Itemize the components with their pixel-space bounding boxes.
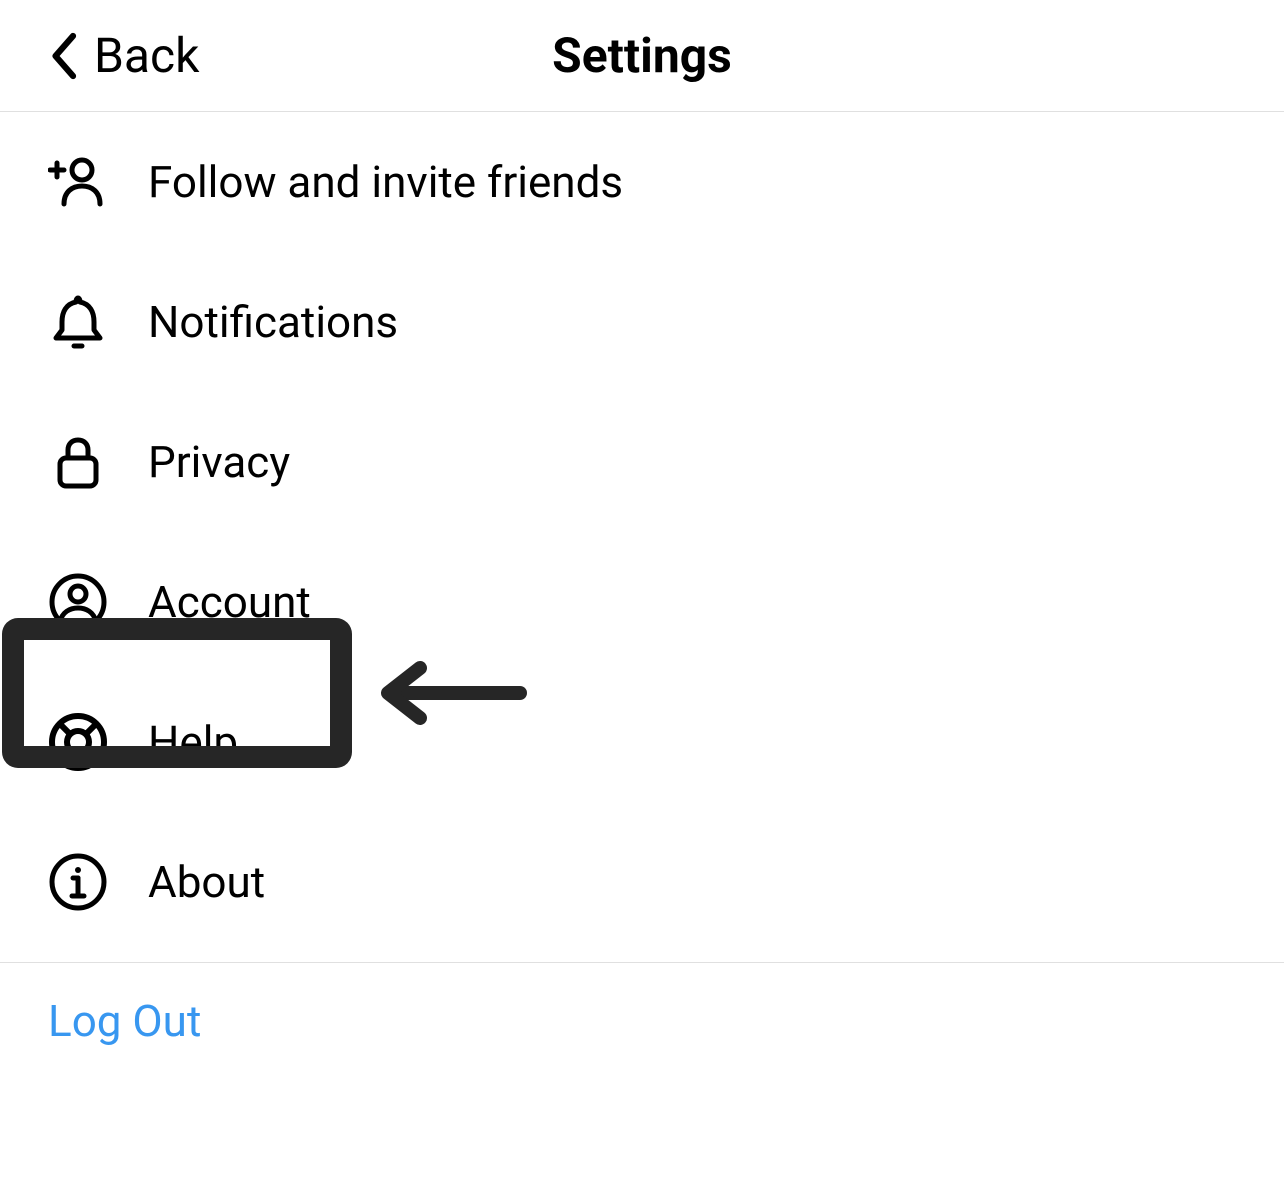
settings-item-label: Notifications <box>148 296 398 348</box>
bell-icon <box>48 292 108 352</box>
info-icon <box>48 852 108 912</box>
settings-item-privacy[interactable]: Privacy <box>0 392 1284 532</box>
settings-item-follow-invite[interactable]: Follow and invite friends <box>0 112 1284 252</box>
settings-item-label: Account <box>148 576 311 628</box>
account-icon <box>48 572 108 632</box>
settings-item-account[interactable]: Account <box>0 532 1284 672</box>
lock-icon <box>48 432 108 492</box>
settings-item-label: Follow and invite friends <box>148 156 623 208</box>
settings-item-notifications[interactable]: Notifications <box>0 252 1284 392</box>
logout-button[interactable]: Log Out <box>0 963 1284 1079</box>
settings-item-about[interactable]: About <box>0 812 1284 952</box>
lifebuoy-icon <box>48 712 108 772</box>
settings-list: Follow and invite friends Notifications … <box>0 112 1284 952</box>
chevron-left-icon <box>48 31 78 81</box>
settings-item-label: About <box>148 856 265 908</box>
settings-item-help[interactable]: Help <box>0 672 1284 812</box>
back-label: Back <box>94 27 199 84</box>
header: Back Settings <box>0 0 1284 112</box>
back-button[interactable]: Back <box>0 27 199 84</box>
page-title: Settings <box>552 27 732 84</box>
settings-item-label: Help <box>148 716 238 768</box>
logout-label: Log Out <box>48 995 201 1047</box>
settings-item-label: Privacy <box>148 436 290 488</box>
add-person-icon <box>48 152 108 212</box>
